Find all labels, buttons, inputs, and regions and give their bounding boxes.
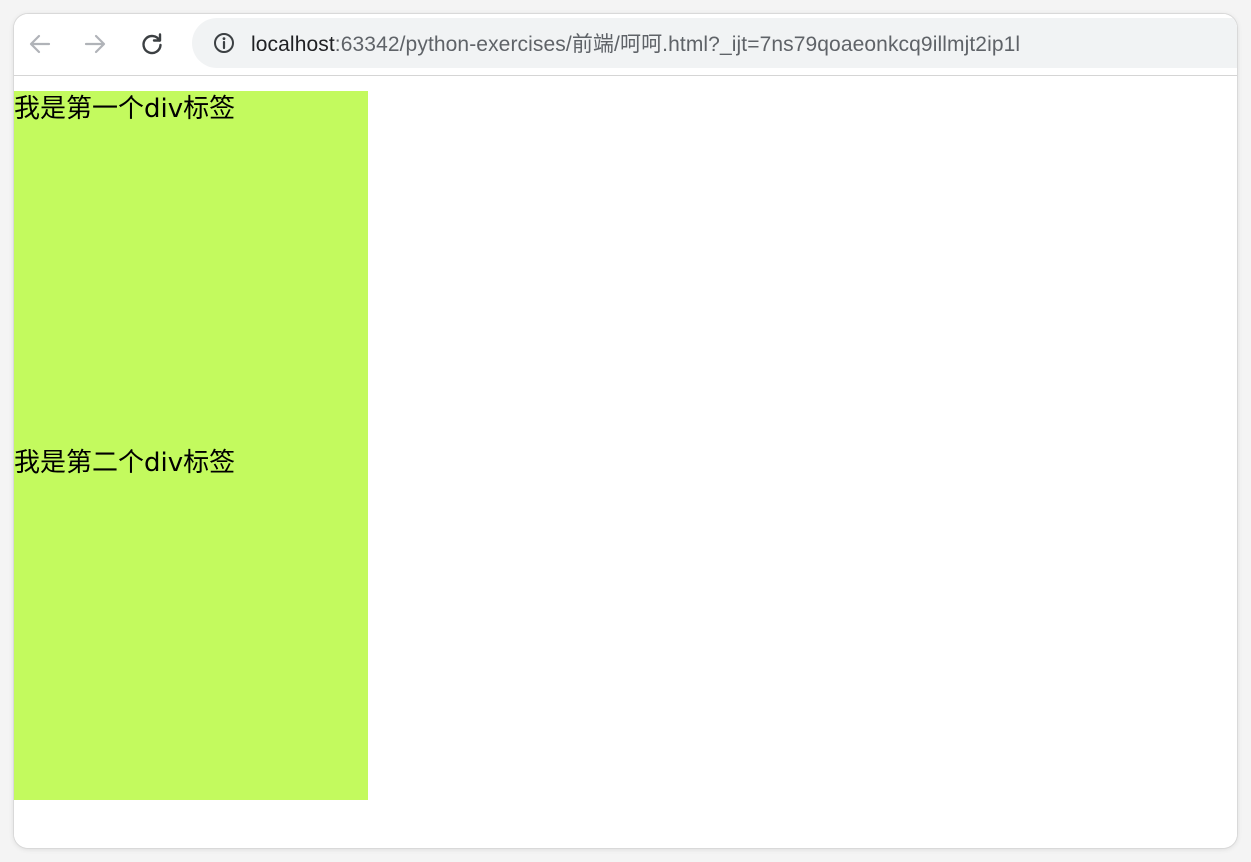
browser-window: localhost:63342/python-exercises/前端/呵呵.h… [14,14,1237,848]
browser-toolbar: localhost:63342/python-exercises/前端/呵呵.h… [14,14,1237,76]
forward-button[interactable] [77,26,113,62]
first-div-block: 我是第一个div标签 [14,91,368,446]
url-host: localhost [251,33,335,56]
page-content: 我是第一个div标签 我是第二个div标签 [14,76,1237,848]
info-icon[interactable] [213,32,235,54]
second-div-block: 我是第二个div标签 [14,445,368,800]
back-button[interactable] [22,26,58,62]
second-div-text: 我是第二个div标签 [14,448,236,478]
address-bar[interactable]: localhost:63342/python-exercises/前端/呵呵.h… [192,18,1237,68]
arrow-right-icon [84,34,106,54]
url-text: localhost:63342/python-exercises/前端/呵呵.h… [251,28,1020,58]
reload-button[interactable] [134,26,170,62]
url-path: :63342/python-exercises/前端/呵呵.html?_ijt=… [334,33,1021,56]
reload-icon [142,33,162,55]
arrow-left-icon [29,34,51,54]
first-div-text: 我是第一个div标签 [14,94,236,124]
